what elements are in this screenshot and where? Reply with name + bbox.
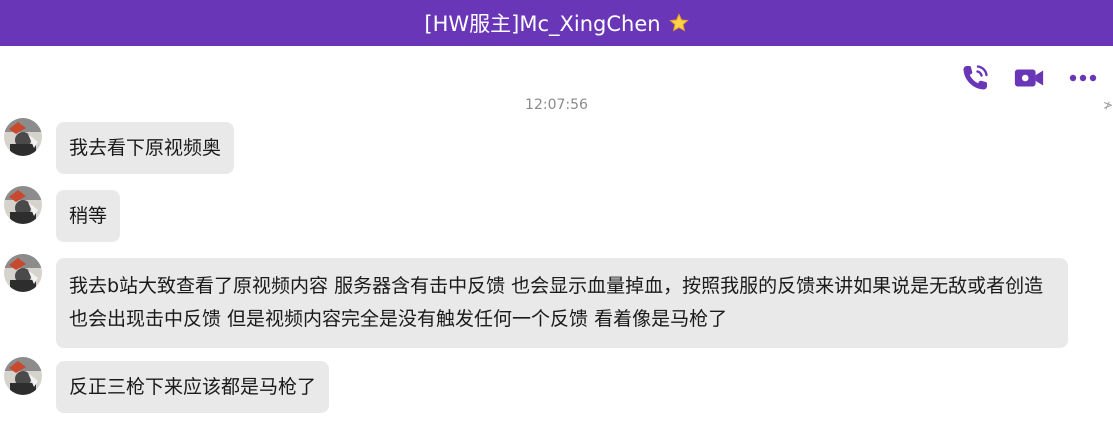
- video-camera-icon: [1014, 69, 1044, 87]
- message-row: 反正三枪下来应该都是马枪了: [4, 357, 330, 413]
- message-bubble[interactable]: 稍等: [56, 190, 121, 242]
- video-call-button[interactable]: [1013, 62, 1045, 94]
- voice-call-button[interactable]: [959, 62, 991, 94]
- message-bubble[interactable]: 我去b站大致查看了原视频内容 服务器含有击中反馈 也会显示血量掉血，按照我服的反…: [56, 258, 1068, 348]
- avatar-image: [4, 186, 42, 224]
- edge-mark: ≯: [1102, 98, 1113, 112]
- avatar[interactable]: [4, 254, 42, 292]
- message-row: 我去看下原视频奥: [4, 118, 235, 174]
- message-bubble[interactable]: 反正三枪下来应该都是马枪了: [56, 361, 330, 413]
- message-row: 稍等: [4, 186, 121, 242]
- avatar[interactable]: [4, 118, 42, 156]
- star-icon: [668, 13, 689, 32]
- avatar-image: [4, 254, 42, 292]
- avatar-image: [4, 357, 42, 395]
- message-row: 我去b站大致查看了原视频内容 服务器含有击中反馈 也会显示血量掉血，按照我服的反…: [4, 254, 1068, 348]
- avatar[interactable]: [4, 357, 42, 395]
- more-icon: [1069, 74, 1097, 82]
- avatar-image: [4, 118, 42, 156]
- chat-toolbar: [959, 62, 1099, 94]
- chat-header: [HW服主]Mc_XingChen: [0, 0, 1113, 46]
- phone-icon: [963, 65, 988, 90]
- message-bubble[interactable]: 我去看下原视频奥: [56, 122, 235, 174]
- more-options-button[interactable]: [1067, 62, 1099, 94]
- chat-title: [HW服主]Mc_XingChen: [424, 12, 661, 36]
- avatar[interactable]: [4, 186, 42, 224]
- message-timestamp: 12:07:56: [525, 97, 588, 113]
